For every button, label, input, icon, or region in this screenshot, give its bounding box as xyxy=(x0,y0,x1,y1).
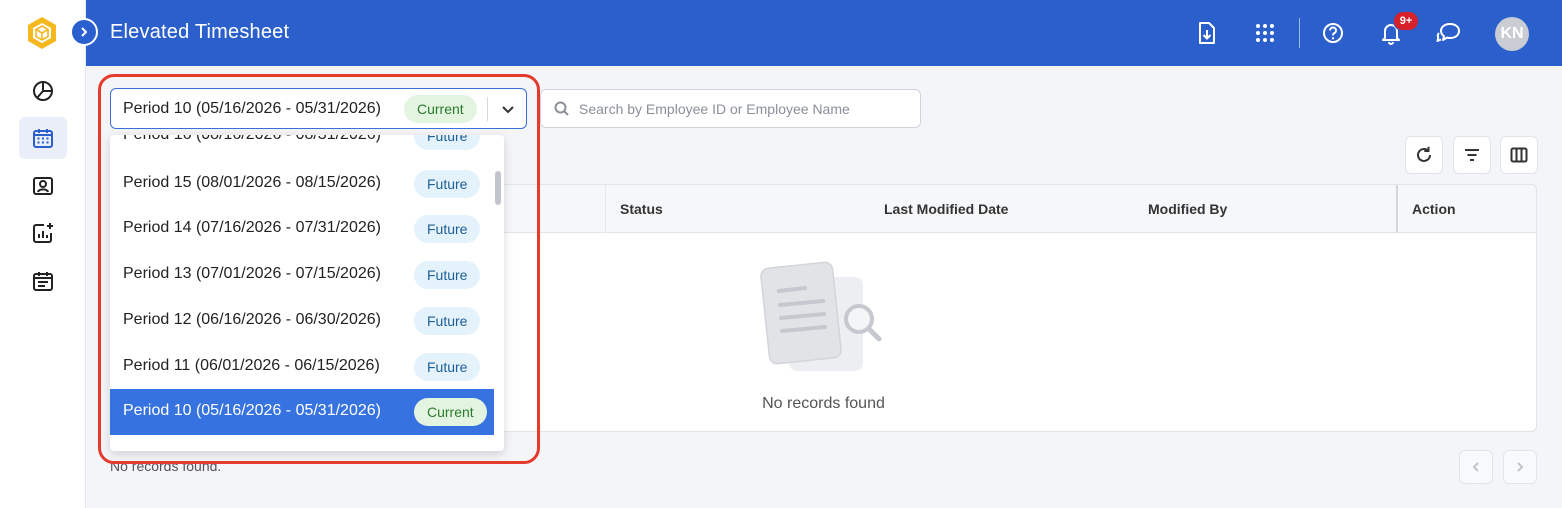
contact-card-icon xyxy=(33,177,53,195)
document-download-icon[interactable] xyxy=(1194,20,1220,46)
column-header-action[interactable]: Action xyxy=(1412,201,1456,217)
filter-icon xyxy=(1465,149,1479,161)
columns-icon xyxy=(1510,147,1528,163)
filter-button[interactable] xyxy=(1453,136,1491,174)
column-header-last-modified-date[interactable]: Last Modified Date xyxy=(884,201,1008,217)
sidebar-item-timesheet[interactable] xyxy=(19,117,67,159)
notification-badge: 9+ xyxy=(1393,11,1419,31)
calendar-icon xyxy=(33,129,53,148)
column-divider xyxy=(1396,185,1398,233)
sidebar-expand-button[interactable] xyxy=(70,18,98,46)
highlight-annotation xyxy=(98,74,540,464)
app-title: Elevated Timesheet xyxy=(110,21,290,43)
refresh-icon xyxy=(1417,146,1431,162)
employee-search[interactable] xyxy=(540,89,921,128)
sidebar-item-employees[interactable] xyxy=(19,165,67,207)
sidebar-item-schedule[interactable] xyxy=(19,260,67,302)
hexagon-cube-logo xyxy=(26,16,58,50)
help-icon[interactable] xyxy=(1320,20,1346,46)
chevron-right-icon xyxy=(81,27,88,37)
apps-grid-icon[interactable] xyxy=(1252,20,1278,46)
search-icon xyxy=(553,100,571,118)
top-header: Elevated Timesheet 9+ KN xyxy=(86,0,1562,66)
column-divider xyxy=(605,185,606,233)
header-divider xyxy=(1299,18,1300,48)
chart-add-icon xyxy=(33,223,53,243)
search-input[interactable] xyxy=(579,98,909,120)
prev-page-button[interactable] xyxy=(1459,450,1493,484)
columns-button[interactable] xyxy=(1500,136,1538,174)
chevron-right-icon xyxy=(1517,462,1524,472)
refresh-button[interactable] xyxy=(1405,136,1443,174)
user-avatar[interactable]: KN xyxy=(1495,17,1529,51)
sidebar-item-reports[interactable] xyxy=(19,212,67,254)
column-header-modified-by[interactable]: Modified By xyxy=(1148,201,1227,217)
calendar-notes-icon xyxy=(33,272,53,291)
empty-documents-illustration xyxy=(760,261,882,371)
sidebar xyxy=(0,0,86,508)
next-page-button[interactable] xyxy=(1503,450,1537,484)
chat-icon[interactable] xyxy=(1436,20,1462,46)
pie-chart-icon xyxy=(33,81,53,101)
chevron-left-icon xyxy=(1472,462,1479,472)
sidebar-item-dashboard[interactable] xyxy=(19,70,67,112)
column-header-status[interactable]: Status xyxy=(620,201,663,217)
